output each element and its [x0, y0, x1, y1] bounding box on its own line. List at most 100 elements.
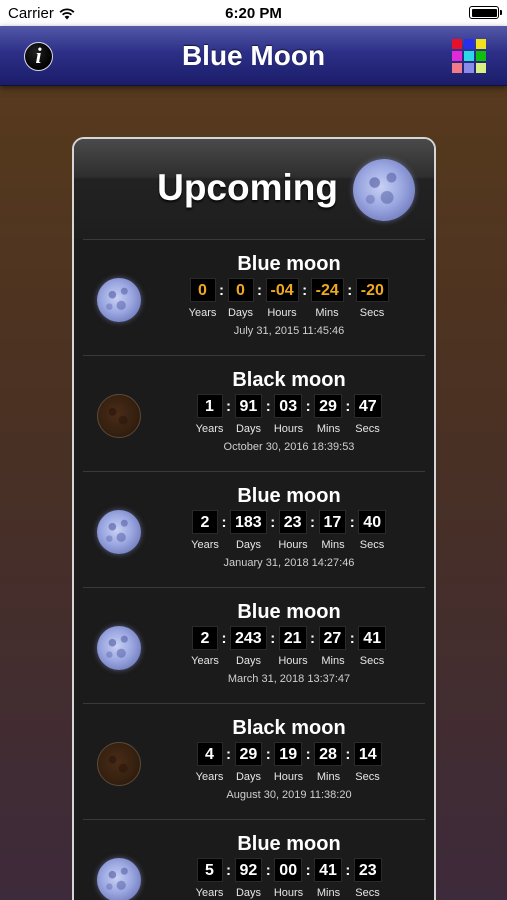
secs-value: 40 [358, 510, 387, 534]
grid-square-3 [452, 51, 462, 61]
grid-square-7 [464, 63, 474, 73]
separator: : [265, 397, 271, 415]
separator: : [265, 745, 271, 763]
hours-value: 03 [274, 394, 303, 418]
grid-square-8 [476, 63, 486, 73]
hours-value: -04 [265, 278, 299, 302]
card-header: Upcoming [74, 139, 434, 239]
event-date: March 31, 2018 13:37:47 [227, 673, 351, 685]
days-value: 0 [227, 278, 254, 302]
days-value: 29 [234, 742, 263, 766]
countdown: 2 : 243 : 21 : 27 : 41 [192, 626, 387, 650]
separator: : [219, 281, 224, 299]
grid-square-4 [464, 51, 474, 61]
event-name: Blue moon [237, 601, 341, 623]
card-title: Upcoming [157, 167, 338, 208]
mins-value: 41 [314, 858, 342, 882]
secs-label: Secs [355, 423, 380, 435]
days-label: Days [235, 539, 262, 551]
hours-label: Hours [267, 307, 297, 319]
grid-square-6 [452, 63, 462, 73]
countdown: 2 : 183 : 23 : 17 : 40 [192, 510, 387, 534]
separator: : [310, 629, 315, 647]
event-name: Black moon [232, 369, 346, 391]
event-row[interactable]: Blue moon 2 : 243 : 21 : 27 : 41 Years D… [83, 587, 425, 703]
blue-moon-icon [97, 626, 141, 670]
black-moon-icon [97, 742, 141, 786]
years-label: Years [191, 655, 219, 667]
event-row[interactable]: Blue moon 0 : 0 : -04 : -24 : -20 Years … [83, 239, 425, 355]
years-value: 2 [192, 626, 218, 650]
separator: : [305, 397, 311, 415]
grid-square-0 [452, 39, 462, 49]
days-value: 243 [230, 626, 267, 650]
years-value: 1 [196, 394, 223, 418]
event-row[interactable]: Black moon 4 : 29 : 19 : 28 : 14 Years D… [83, 703, 425, 819]
separator: : [349, 513, 355, 531]
hours-value: 19 [274, 742, 303, 766]
mins-value: 29 [314, 394, 342, 418]
blue-moon-icon [97, 510, 141, 554]
mins-label: Mins [315, 307, 339, 319]
secs-label: Secs [359, 307, 385, 319]
days-value: 183 [230, 510, 267, 534]
event-name: Blue moon [237, 485, 341, 507]
event-row[interactable]: Blue moon 2 : 183 : 23 : 17 : 40 Years D… [83, 471, 425, 587]
separator: : [226, 397, 231, 415]
battery-icon [469, 6, 502, 19]
hours-value: 21 [278, 626, 307, 650]
secs-label: Secs [359, 655, 385, 667]
separator: : [221, 513, 227, 531]
secs-label: Secs [359, 539, 385, 551]
grid-square-5 [476, 51, 486, 61]
status-time: 6:20 PM [225, 5, 282, 22]
days-value: 91 [234, 394, 263, 418]
secs-value: -20 [355, 278, 389, 302]
status-bar: Carrier 6:20 PM [0, 0, 507, 26]
separator: : [226, 745, 231, 763]
event-row[interactable]: Blue moon 5 : 92 : 00 : 41 : 23 Years Da… [83, 819, 425, 900]
hours-value: 23 [278, 510, 307, 534]
event-list: Blue moon 0 : 0 : -04 : -24 : -20 Years … [74, 239, 434, 900]
separator: : [302, 281, 308, 299]
mins-value: 17 [318, 510, 347, 534]
secs-label: Secs [355, 887, 380, 899]
secs-value: 14 [353, 742, 382, 766]
secs-label: Secs [355, 771, 380, 783]
nav-title: Blue Moon [181, 40, 326, 71]
event-name: Black moon [232, 717, 346, 739]
countdown: 4 : 29 : 19 : 28 : 14 [196, 742, 382, 766]
blue-moon-icon [97, 858, 141, 900]
separator: : [345, 745, 351, 763]
separator: : [221, 629, 227, 647]
blue-moon-icon [353, 159, 415, 221]
countdown: 0 : 0 : -04 : -24 : -20 [189, 278, 389, 302]
separator: : [345, 861, 351, 879]
color-grid-button[interactable] [452, 39, 487, 74]
separator: : [345, 397, 351, 415]
separator: : [265, 861, 271, 879]
separator: : [305, 745, 311, 763]
secs-value: 23 [353, 858, 382, 882]
separator: : [305, 861, 311, 879]
secs-value: 47 [353, 394, 382, 418]
event-row[interactable]: Black moon 1 : 91 : 03 : 29 : 47 Years D… [83, 355, 425, 471]
nav-bar: i Blue Moon [0, 26, 507, 86]
days-label: Days [235, 655, 262, 667]
event-name: Blue moon [237, 253, 341, 275]
separator: : [270, 513, 276, 531]
mins-value: 28 [314, 742, 342, 766]
years-label: Years [191, 539, 219, 551]
event-date: July 31, 2015 11:45:46 [233, 325, 345, 337]
separator: : [349, 629, 355, 647]
years-value: 2 [192, 510, 218, 534]
days-value: 92 [234, 858, 263, 882]
separator: : [347, 281, 353, 299]
grid-square-1 [464, 39, 474, 49]
countdown: 1 : 91 : 03 : 29 : 47 [196, 394, 382, 418]
years-value: 5 [196, 858, 223, 882]
countdown: 5 : 92 : 00 : 41 : 23 [196, 858, 382, 882]
hours-value: 00 [274, 858, 303, 882]
event-date: October 30, 2016 18:39:53 [223, 441, 355, 453]
years-value: 0 [189, 278, 216, 302]
